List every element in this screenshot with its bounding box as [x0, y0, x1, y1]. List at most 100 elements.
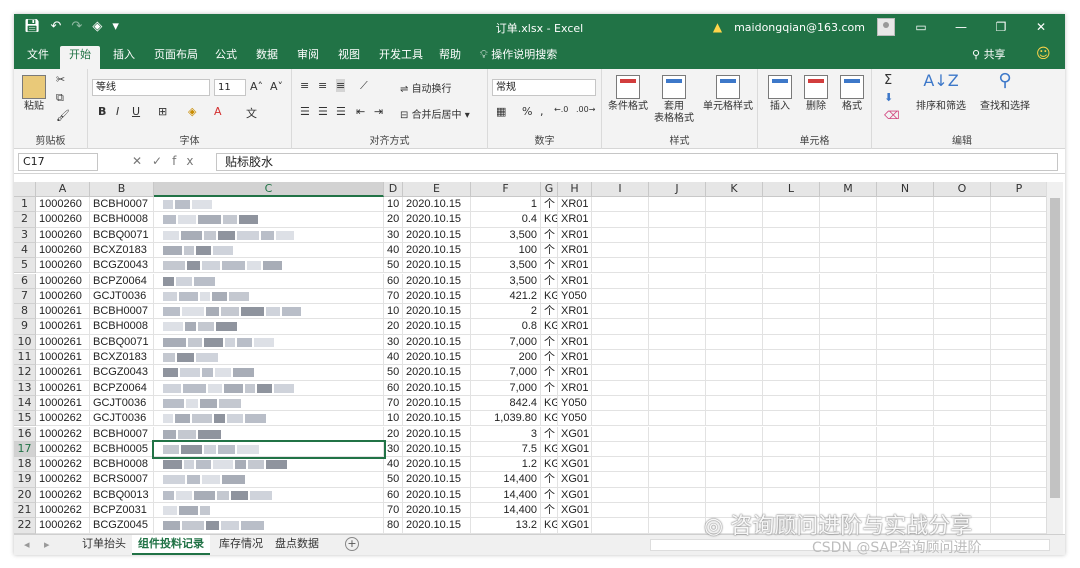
cell-B[interactable]: BCBH0008: [90, 457, 154, 473]
cell-D[interactable]: 20: [384, 212, 403, 228]
vertical-scrollbar[interactable]: [1046, 182, 1063, 534]
next-sheet-icon[interactable]: ▸: [44, 538, 50, 551]
cell-M[interactable]: [820, 242, 877, 259]
column-header[interactable]: F: [471, 182, 541, 197]
cell-I[interactable]: [592, 304, 649, 320]
row-header[interactable]: 3: [14, 227, 36, 243]
cell-B[interactable]: BCBH0007: [90, 426, 154, 442]
cell-G[interactable]: 个: [541, 197, 558, 213]
phonetic-icon[interactable]: 文: [246, 105, 257, 121]
cell-B[interactable]: BCBQ0071: [90, 227, 154, 243]
cell-O[interactable]: [934, 227, 991, 243]
align-middle-icon[interactable]: ≡: [318, 79, 327, 92]
row-header[interactable]: 12: [14, 365, 36, 381]
cell-I[interactable]: [592, 411, 649, 427]
close-icon[interactable]: ✕: [1027, 20, 1055, 34]
cell-D[interactable]: 40: [384, 457, 403, 473]
tab-review[interactable]: 审阅: [288, 46, 328, 69]
cell-E[interactable]: 2020.10.15: [403, 411, 471, 427]
tab-data[interactable]: 数据: [247, 46, 287, 69]
row-header[interactable]: 2: [14, 212, 36, 228]
cell-O[interactable]: [934, 273, 991, 289]
cell-J[interactable]: [649, 426, 706, 442]
cell-F[interactable]: 1.2: [471, 457, 541, 473]
cell-G[interactable]: 个: [541, 334, 558, 350]
column-header[interactable]: L: [763, 182, 820, 197]
warning-icon[interactable]: ▲: [713, 20, 722, 34]
conditional-format-button[interactable]: 条件格式: [606, 75, 650, 113]
cell-M[interactable]: [820, 411, 877, 427]
cell-O[interactable]: [934, 380, 991, 396]
cell-G[interactable]: 个: [541, 503, 558, 519]
cell-L[interactable]: [763, 457, 820, 473]
row-header[interactable]: 18: [14, 457, 36, 473]
cell-F[interactable]: 200: [471, 350, 541, 366]
cell-M[interactable]: [820, 426, 877, 442]
cell-O[interactable]: [934, 334, 991, 350]
cell-P[interactable]: [991, 457, 1046, 473]
cell-J[interactable]: [649, 472, 706, 488]
insert-cells-button[interactable]: 插入: [764, 75, 796, 113]
align-left-icon[interactable]: ☰: [300, 105, 310, 118]
cell-O[interactable]: [934, 350, 991, 366]
cell-J[interactable]: [649, 395, 706, 412]
cell-D[interactable]: 80: [384, 518, 403, 534]
cell-G[interactable]: 个: [541, 487, 558, 503]
cell-D[interactable]: 30: [384, 227, 403, 243]
column-header[interactable]: B: [90, 182, 154, 197]
cell-P[interactable]: [991, 274, 1046, 289]
cell-I[interactable]: [592, 258, 649, 274]
wrap-text-button[interactable]: ⇌ 自动换行: [400, 80, 452, 95]
cell-J[interactable]: [649, 273, 706, 289]
font-name-select[interactable]: 等线: [92, 79, 210, 96]
cell-C[interactable]: [154, 457, 384, 473]
cell-B[interactable]: BCBH0008: [90, 212, 154, 228]
format-as-table-button[interactable]: 套用 表格格式: [652, 75, 696, 125]
cell-E[interactable]: 2020.10.15: [403, 227, 471, 243]
cell-P[interactable]: [991, 212, 1046, 228]
tab-formulas[interactable]: 公式: [206, 46, 246, 69]
cell-L[interactable]: [763, 426, 820, 442]
cell-F[interactable]: 13.2: [471, 518, 541, 534]
align-center-icon[interactable]: ☰: [318, 105, 328, 118]
cell-J[interactable]: [649, 212, 706, 228]
cell-B[interactable]: BCGZ0043: [90, 258, 154, 274]
cell-A[interactable]: 1000261: [36, 304, 90, 320]
cell-J[interactable]: [649, 258, 706, 274]
cell-M[interactable]: [820, 380, 877, 396]
font-size-select[interactable]: 11: [214, 79, 246, 96]
cell-I[interactable]: [592, 518, 649, 534]
cell-P[interactable]: [991, 396, 1046, 412]
cell-N[interactable]: [877, 197, 934, 213]
cell-B[interactable]: BCRS0007: [90, 472, 154, 488]
cell-C[interactable]: [154, 242, 384, 259]
cell-L[interactable]: [763, 487, 820, 503]
row-header[interactable]: 17: [14, 441, 36, 458]
cell-styles-button[interactable]: 单元格样式: [700, 75, 756, 113]
row-header[interactable]: 4: [14, 242, 36, 259]
sheet-tab-stocktake[interactable]: 盘点数据: [269, 535, 325, 555]
cell-A[interactable]: 1000262: [36, 503, 90, 519]
cell-C[interactable]: [154, 518, 384, 534]
cell-I[interactable]: [592, 380, 649, 396]
cell-A[interactable]: 1000262: [36, 411, 90, 427]
cell-K[interactable]: [706, 350, 763, 366]
cell-M[interactable]: [820, 441, 877, 458]
cell-N[interactable]: [877, 258, 934, 274]
decrease-indent-icon[interactable]: ⇤: [356, 105, 365, 118]
cell-C[interactable]: [154, 365, 384, 381]
cell-M[interactable]: [820, 212, 877, 228]
cell-M[interactable]: [820, 258, 877, 274]
cell-F[interactable]: 3,500: [471, 227, 541, 243]
cell-E[interactable]: 2020.10.15: [403, 273, 471, 289]
cell-B[interactable]: BCBH0005: [90, 441, 154, 458]
cell-O[interactable]: [934, 441, 991, 458]
cell-L[interactable]: [763, 411, 820, 427]
row-header[interactable]: 5: [14, 258, 36, 274]
cell-O[interactable]: [934, 472, 991, 488]
cell-G[interactable]: 个: [541, 242, 558, 259]
cell-E[interactable]: 2020.10.15: [403, 365, 471, 381]
cell-M[interactable]: [820, 472, 877, 488]
cell-J[interactable]: [649, 288, 706, 305]
cell-C[interactable]: [154, 472, 384, 488]
